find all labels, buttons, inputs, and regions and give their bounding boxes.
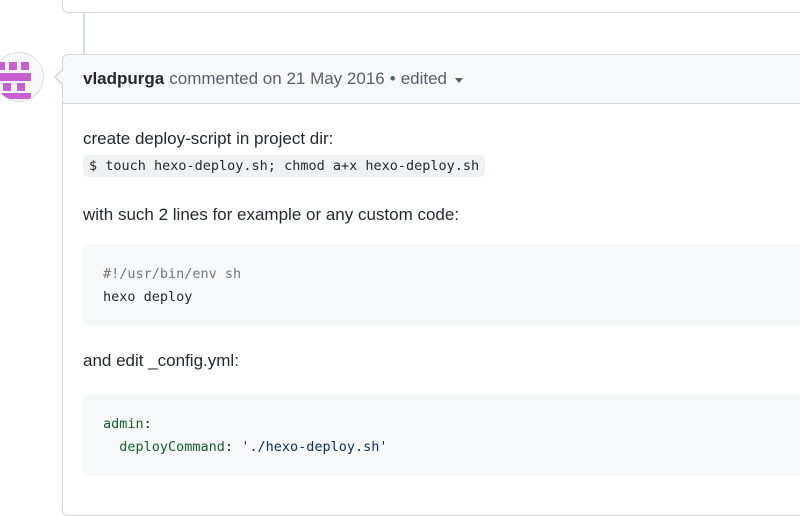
comment-box: vladpurga commented on 21 May 2016 • edi… <box>62 54 800 516</box>
script-line: hexo deploy <box>103 289 193 305</box>
script-line: #!/usr/bin/env sh <box>103 266 242 282</box>
config-code-block: admin: deployCommand: './hexo-deploy.sh' <box>83 394 800 476</box>
user-avatar[interactable] <box>0 52 44 102</box>
config-text: and edit _config.yml: <box>83 351 239 370</box>
script-code-block: #!/usr/bin/env sh hexo deploy <box>83 244 800 326</box>
identicon-avatar-icon <box>0 62 31 99</box>
edited-label: edited <box>400 69 448 88</box>
comment-action: commented on <box>169 69 282 88</box>
config-sep: : <box>224 439 242 455</box>
author-link[interactable]: vladpurga <box>83 69 164 89</box>
config-value: './hexo-deploy.sh' <box>241 439 388 455</box>
separator-dot: • <box>389 69 396 88</box>
inline-command: $ touch hexo-deploy.sh; chmod a+x hexo-d… <box>83 155 486 177</box>
config-colon: : <box>143 416 152 432</box>
triangle-down-icon <box>455 78 464 83</box>
comment-header: vladpurga commented on 21 May 2016 • edi… <box>63 55 800 104</box>
edited-button[interactable]: edited <box>400 69 464 89</box>
config-line: deployCommand: './hexo-deploy.sh' <box>103 439 388 455</box>
comment-arrow-inner <box>56 70 63 84</box>
config-key: admin <box>103 416 144 432</box>
example-text: with such 2 lines for example or any cus… <box>83 205 460 224</box>
comment-date[interactable]: 21 May 2016 <box>286 69 384 89</box>
previous-comment-card <box>62 0 800 13</box>
config-subkey: deployCommand <box>119 439 225 455</box>
intro-text: create deploy-script in project dir: <box>83 129 334 148</box>
config-line: admin: <box>103 416 152 432</box>
timeline-line <box>83 12 85 54</box>
